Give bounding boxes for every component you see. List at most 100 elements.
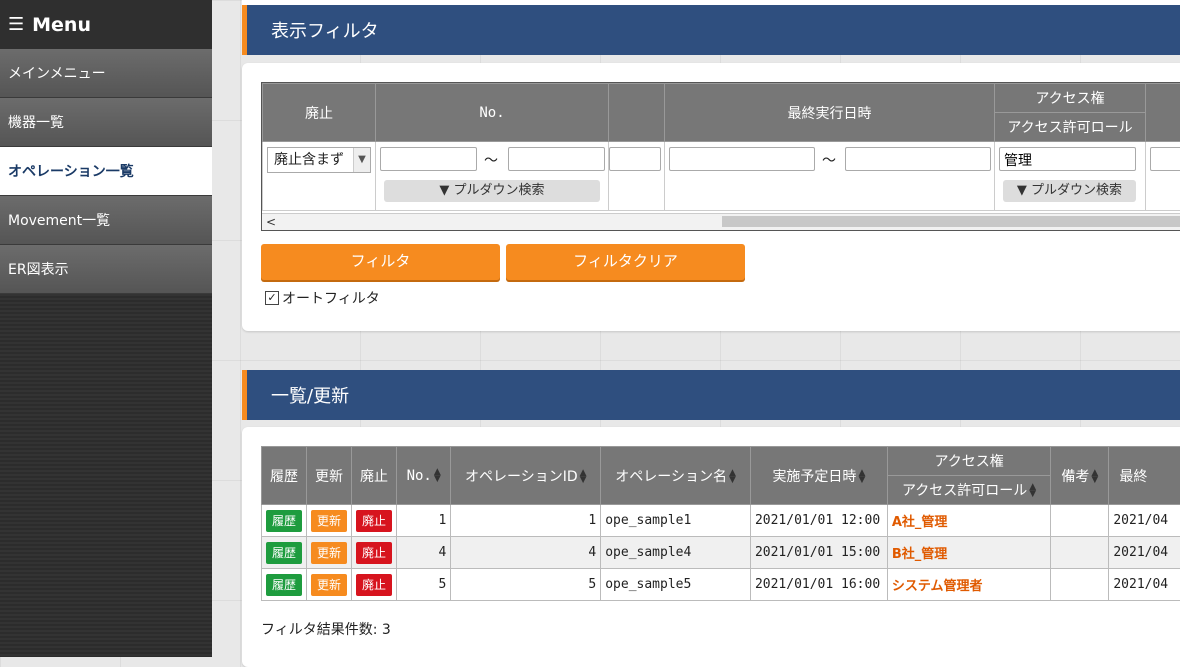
history-cell: 履歴 (262, 569, 307, 601)
update-button[interactable]: 更新 (311, 510, 347, 532)
col-header-scheduled[interactable]: 実施予定日時▲▼ (750, 447, 887, 505)
sidebar-item-er-diagram[interactable]: ER図表示 (0, 245, 212, 294)
filter-button[interactable]: フィルタ (261, 244, 500, 280)
range-tilde: ～ (484, 150, 498, 170)
note-cell (1051, 505, 1109, 537)
col-header-last: 最終 (1109, 447, 1180, 505)
operation-id-cell: 4 (451, 537, 601, 569)
access-role-input[interactable]: 管理 (999, 147, 1136, 171)
range-tilde: ～ (822, 150, 836, 170)
auto-filter-checkbox[interactable]: ✓ (265, 291, 279, 305)
update-button[interactable]: 更新 (311, 542, 347, 564)
col-header-scheduled-label: 実施予定日時 (772, 469, 856, 485)
last-cell: 2021/04 (1109, 505, 1180, 537)
col-header-note-label: 備考 (1061, 469, 1089, 485)
table-row: 履歴 更新 廃止 1 1 ope_sample1 2021/01/01 12:0… (262, 505, 1180, 537)
discard-select-value: 廃止含まず (274, 152, 344, 168)
table-row: 履歴 更新 廃止 4 4 ope_sample4 2021/01/01 15:0… (262, 537, 1180, 569)
discard-cell: 廃止 (352, 537, 397, 569)
history-cell: 履歴 (262, 537, 307, 569)
update-cell: 更新 (307, 569, 352, 601)
sort-icon: ▲▼ (434, 469, 441, 483)
access-role-cell: システム管理者 (887, 569, 1051, 601)
sidebar-item-label: 機器一覧 (8, 112, 64, 132)
discard-button[interactable]: 廃止 (356, 542, 392, 564)
sort-icon: ▲▼ (1091, 470, 1098, 484)
scroll-left-arrow-icon[interactable]: < (266, 214, 276, 230)
list-section-header[interactable]: 一覧/更新 (242, 370, 1180, 420)
no-cell: 5 (397, 569, 451, 601)
operation-name-cell: ope_sample1 (601, 505, 751, 537)
access-role-pulldown-button[interactable]: ▼ プルダウン検索 (1003, 180, 1136, 202)
col-header-operation-name-label: オペレーション名 (615, 469, 727, 485)
operation-name-cell: ope_sample4 (601, 537, 751, 569)
last-cell: 2021/04 (1109, 569, 1180, 601)
no-cell: 1 (397, 505, 451, 537)
table-row: 履歴 更新 廃止 5 5 ope_sample5 2021/01/01 16:0… (262, 569, 1180, 601)
col-header-update: 更新 (307, 447, 352, 505)
col-header-operation-id-label: オペレーションID (465, 469, 578, 485)
access-role-cell: B社_管理 (887, 537, 1051, 569)
last-run-to-input[interactable] (845, 147, 991, 171)
filter-cell-next (1146, 142, 1180, 211)
filter-header-access-role: アクセス許可ロール (995, 113, 1146, 142)
filter-header-hidden (609, 84, 665, 142)
no-from-input[interactable] (380, 147, 477, 171)
next-column-input[interactable] (1150, 147, 1180, 171)
auto-filter-label: オートフィルタ (282, 288, 380, 308)
scheduled-cell: 2021/01/01 15:00 (750, 537, 887, 569)
filter-section-title: 表示フィルタ (271, 17, 379, 43)
filter-section-header[interactable]: 表示フィルタ (242, 5, 1180, 55)
filter-cell-discard: 廃止含まず ▼ (263, 142, 376, 211)
history-button[interactable]: 履歴 (266, 510, 302, 532)
note-cell (1051, 569, 1109, 601)
col-header-note[interactable]: 備考▲▼ (1051, 447, 1109, 505)
hamburger-icon: ☰ (8, 14, 24, 35)
discard-select[interactable]: 廃止含まず ▼ (267, 147, 371, 173)
scheduled-cell: 2021/01/01 12:00 (750, 505, 887, 537)
filter-header-access: アクセス権 (995, 84, 1146, 113)
scrollbar-thumb[interactable] (722, 216, 1180, 227)
hidden-column-input[interactable] (609, 147, 661, 171)
sort-icon: ▲▼ (858, 470, 865, 484)
sidebar-item-device-list[interactable]: 機器一覧 (0, 98, 212, 147)
last-run-from-input[interactable] (669, 147, 815, 171)
no-pulldown-button[interactable]: ▼ プルダウン検索 (384, 180, 600, 202)
menu-toggle[interactable]: ☰ Menu (0, 0, 212, 49)
filter-cell-hidden (609, 142, 665, 211)
no-cell: 4 (397, 537, 451, 569)
list-panel: 履歴 更新 廃止 No.▲▼ オペレーションID▲▼ オペレーション名▲▼ 実施… (242, 427, 1180, 667)
discard-cell: 廃止 (352, 569, 397, 601)
sidebar-item-operation-list[interactable]: オペレーション一覧 (0, 147, 212, 196)
sidebar-item-movement-list[interactable]: Movement一覧 (0, 196, 212, 245)
col-header-no[interactable]: No.▲▼ (397, 447, 451, 505)
col-header-no-label: No. (407, 468, 432, 484)
filter-clear-button[interactable]: フィルタクリア (506, 244, 745, 280)
filter-header-last-run: 最終実行日時 (665, 84, 995, 142)
operation-id-cell: 5 (451, 569, 601, 601)
col-header-access-role[interactable]: アクセス許可ロール▲▼ (887, 476, 1051, 505)
sidebar-item-main-menu[interactable]: メインメニュー (0, 49, 212, 98)
col-header-access-role-label: アクセス許可ロール (902, 483, 1027, 499)
auto-filter-row: ✓ オートフィルタ (265, 288, 380, 308)
sort-icon: ▲▼ (580, 470, 587, 484)
discard-button[interactable]: 廃止 (356, 510, 392, 532)
history-button[interactable]: 履歴 (266, 574, 302, 596)
history-button[interactable]: 履歴 (266, 542, 302, 564)
no-to-input[interactable] (508, 147, 605, 171)
operation-table: 履歴 更新 廃止 No.▲▼ オペレーションID▲▼ オペレーション名▲▼ 実施… (261, 446, 1180, 601)
filter-table: 廃止 No. 最終実行日時 アクセス権 アクセス許可ロール 廃止含まず ▼ (262, 83, 1180, 211)
horizontal-scrollbar[interactable]: < (262, 213, 1180, 230)
sidebar-item-label: メインメニュー (8, 63, 106, 83)
col-header-history: 履歴 (262, 447, 307, 505)
col-header-operation-name[interactable]: オペレーション名▲▼ (601, 447, 751, 505)
main-content: 表示フィルタ 廃止 No. 最終実行日時 アクセス権 アクセス許可ロール (212, 0, 1180, 657)
sidebar-item-label: オペレーション一覧 (8, 161, 134, 181)
access-role-cell: A社_管理 (887, 505, 1051, 537)
menu-title: Menu (32, 14, 91, 36)
chevron-down-icon: ▼ (353, 148, 370, 172)
discard-button[interactable]: 廃止 (356, 574, 392, 596)
col-header-operation-id[interactable]: オペレーションID▲▼ (451, 447, 601, 505)
update-button[interactable]: 更新 (311, 574, 347, 596)
update-cell: 更新 (307, 505, 352, 537)
